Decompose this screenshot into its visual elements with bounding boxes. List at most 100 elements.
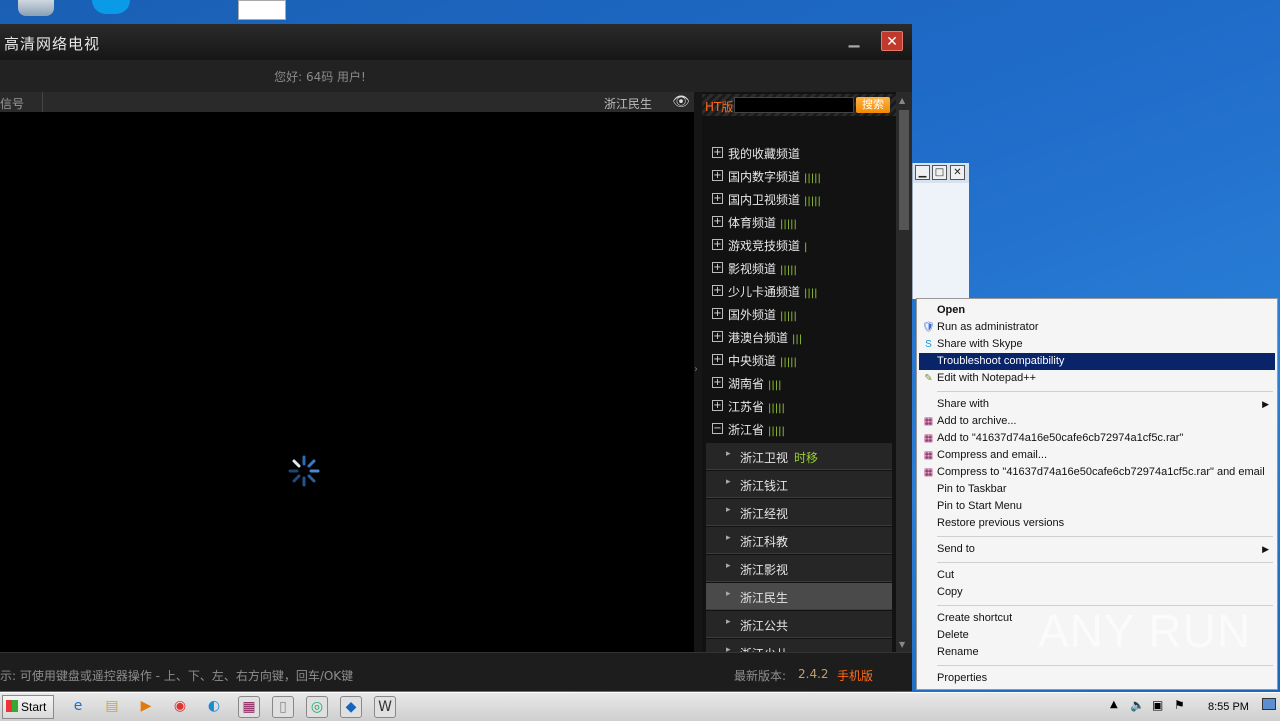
category-item[interactable]: + 少儿卡通频道 |||| — [708, 282, 894, 304]
explorer-icon[interactable]: ▤ — [102, 696, 124, 718]
menu-item[interactable]: ✎ Edit with Notepad++ — [919, 370, 1275, 387]
expand-icon[interactable]: + — [712, 193, 723, 204]
signal-strength-bars: ||||| — [768, 426, 785, 437]
menu-item[interactable]: Share with ▶ — [919, 396, 1275, 413]
edge-icon[interactable]: ◐ — [204, 696, 226, 718]
search-input[interactable] — [734, 97, 854, 113]
notepad-icon[interactable]: ▯ — [272, 696, 294, 718]
menu-item-label: Delete — [937, 629, 969, 641]
media-player-icon[interactable]: ▶ — [136, 696, 158, 718]
category-item[interactable]: + 国外频道 ||||| — [708, 305, 894, 327]
collapse-icon[interactable]: − — [712, 423, 723, 434]
category-item[interactable]: + 国内数字频道 ||||| — [708, 167, 894, 189]
menu-item[interactable]: ▦ Add to "41637d74a16e50cafe6cb72974a1cf5… — [919, 430, 1275, 447]
channel-item[interactable]: ▸ 浙江卫视 时移 — [706, 443, 892, 470]
search-button[interactable]: 搜索 — [856, 97, 890, 113]
search-bar: HT版 搜索 — [702, 94, 896, 116]
start-button[interactable]: Start — [2, 695, 54, 719]
menu-item[interactable]: Cut — [919, 567, 1275, 584]
show-hidden-icons-icon[interactable]: ▲ — [1110, 699, 1118, 710]
category-item[interactable]: + 中央频道 ||||| — [708, 351, 894, 373]
eye-icon[interactable]: 👁 — [670, 94, 692, 110]
category-item[interactable]: + 港澳台频道 ||| — [708, 328, 894, 350]
scroll-down-icon[interactable]: ▼ — [899, 640, 905, 649]
menu-item[interactable]: Pin to Taskbar — [919, 481, 1275, 498]
menu-item[interactable]: Properties — [919, 670, 1275, 687]
close-button[interactable]: ✕ — [881, 31, 903, 51]
chrome-icon[interactable]: ◉ — [170, 696, 192, 718]
expand-icon[interactable]: + — [712, 354, 723, 365]
menu-item[interactable]: ▦ Compress and email... — [919, 447, 1275, 464]
timeshift-tag[interactable]: 时移 — [794, 451, 818, 465]
menu-item[interactable]: Troubleshoot compatibility — [919, 353, 1275, 370]
clock[interactable]: 8:55 PM — [1208, 701, 1249, 713]
category-item[interactable]: − 浙江省 ||||| — [708, 420, 894, 442]
winrar-icon[interactable]: ▦ — [238, 696, 260, 718]
wordpress-icon[interactable]: W — [374, 696, 396, 718]
ie-icon[interactable]: e — [68, 696, 90, 718]
menu-item[interactable]: S Share with Skype — [919, 336, 1275, 353]
category-item[interactable]: + 体育频道 ||||| — [708, 213, 894, 235]
category-item[interactable]: + 我的收藏频道 — [708, 144, 894, 166]
category-item[interactable]: + 江苏省 ||||| — [708, 397, 894, 419]
expand-icon[interactable]: + — [712, 239, 723, 250]
category-item[interactable]: + 湖南省 |||| — [708, 374, 894, 396]
notepad-icon: ✎ — [924, 373, 933, 384]
menu-item[interactable]: ▦ Add to archive... — [919, 413, 1275, 430]
channel-item[interactable]: ▸ 浙江钱江 — [706, 471, 892, 498]
expand-icon[interactable]: + — [712, 170, 723, 181]
volume-icon[interactable]: 🔈 — [1130, 698, 1145, 712]
menu-item[interactable]: Send to ▶ — [919, 541, 1275, 558]
menu-item[interactable]: Open — [919, 302, 1275, 319]
mobile-version-link[interactable]: 手机版 — [837, 667, 873, 684]
app-icon[interactable]: ◎ — [306, 696, 328, 718]
show-desktop-icon[interactable] — [1262, 698, 1276, 710]
video-area[interactable] — [0, 112, 694, 652]
title-bar[interactable]: 高清网络电视 ▁ ✕ — [0, 24, 912, 60]
expand-icon[interactable]: + — [712, 400, 723, 411]
category-label: 国内数字频道 — [728, 170, 801, 184]
scroll-up-icon[interactable]: ▲ — [899, 96, 905, 105]
status-bar: 示: 可使用键盘或遥控器操作 - 上、下、左、右方向键，回车/OK键 最新版本:… — [0, 652, 912, 691]
menu-item[interactable]: Restore previous versions — [919, 515, 1275, 532]
background-window-titlebar[interactable]: ▁ □ ✕ — [913, 163, 969, 183]
network-icon[interactable]: ▣ — [1152, 698, 1163, 712]
minimize-icon[interactable]: ▁ — [915, 165, 930, 180]
expand-icon[interactable]: + — [712, 216, 723, 227]
panel-collapse-handle[interactable]: › — [694, 92, 702, 652]
menu-item-label: Properties — [937, 672, 988, 684]
menu-item-label: Edit with Notepad++ — [937, 372, 1037, 384]
vscode-icon[interactable]: ◆ — [340, 696, 362, 718]
expand-icon[interactable]: + — [712, 331, 723, 342]
expand-icon[interactable]: + — [712, 377, 723, 388]
expand-icon[interactable]: + — [712, 285, 723, 296]
signal-strength-bars: |||| — [768, 380, 782, 391]
menu-item[interactable]: ▦ Compress to "41637d74a16e50cafe6cb72974… — [919, 464, 1275, 481]
channel-item[interactable]: ▸ 浙江科教 — [706, 527, 892, 554]
panel-scrollbar[interactable]: ▲ ▼ — [896, 92, 912, 652]
recycle-bin-icon[interactable] — [18, 0, 54, 16]
signal-strength-bars: |||| — [804, 288, 818, 299]
channel-item[interactable]: ▸ 浙江公共 — [706, 611, 892, 638]
channel-item[interactable]: ▸ 浙江影视 — [706, 555, 892, 582]
expand-icon[interactable]: + — [712, 308, 723, 319]
minimize-button[interactable]: ▁ — [846, 32, 862, 48]
menu-item[interactable]: Pin to Start Menu — [919, 498, 1275, 515]
channel-item[interactable]: ▸ 浙江民生 — [706, 583, 892, 610]
close-icon[interactable]: ✕ — [950, 165, 965, 180]
action-center-flag-icon[interactable]: ⚑ — [1174, 698, 1185, 712]
category-label: 影视频道 — [728, 262, 777, 276]
scroll-thumb[interactable] — [899, 110, 909, 230]
expand-icon[interactable]: + — [712, 147, 723, 158]
menu-item[interactable]: Copy — [919, 584, 1275, 601]
expand-icon[interactable]: + — [712, 262, 723, 273]
desktop-file-icon[interactable] — [238, 0, 286, 20]
category-item[interactable]: + 游戏竞技频道 | — [708, 236, 894, 258]
menu-item[interactable]: 🛡 Run as administrator — [919, 319, 1275, 336]
maximize-icon[interactable]: □ — [932, 165, 947, 180]
category-label: 我的收藏频道 — [728, 147, 801, 161]
skype-desktop-icon[interactable] — [92, 0, 130, 14]
category-item[interactable]: + 影视频道 ||||| — [708, 259, 894, 281]
category-item[interactable]: + 国内卫视频道 ||||| — [708, 190, 894, 212]
channel-item[interactable]: ▸ 浙江经视 — [706, 499, 892, 526]
